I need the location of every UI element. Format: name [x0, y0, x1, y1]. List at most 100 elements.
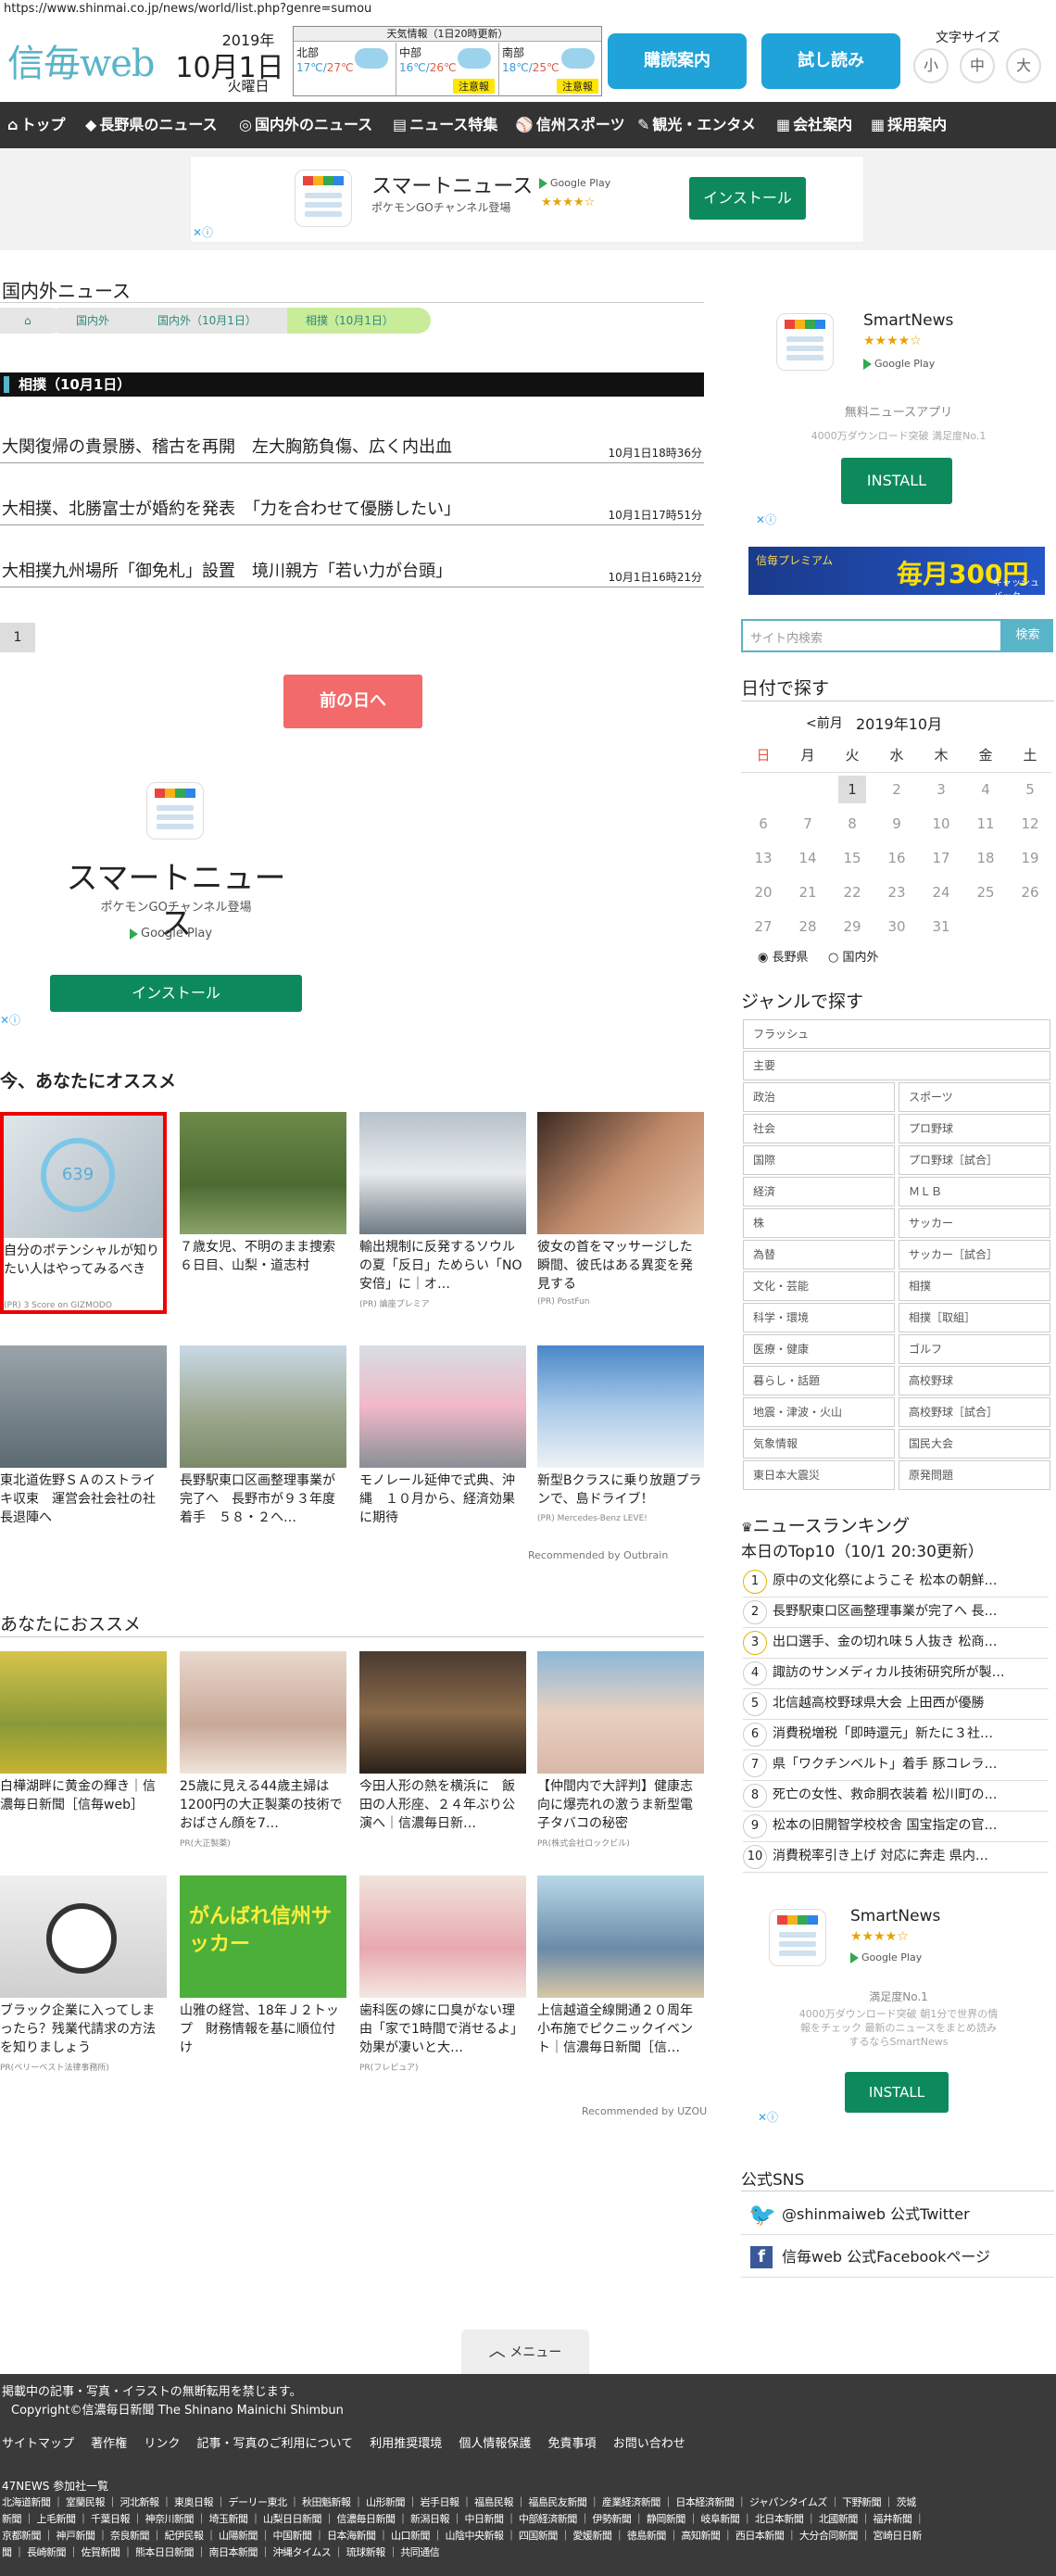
nav-item-world[interactable]: ◎ 国内外のニュース — [239, 102, 372, 148]
genre-item[interactable]: 相撲 — [899, 1271, 1050, 1301]
osusume-caption[interactable]: 歯科医の嫁に口臭がない理由「家で1時間で消せるよ」効果が凄いと大… — [359, 2001, 526, 2059]
genre-item[interactable]: サッカー［試合］ — [899, 1240, 1050, 1269]
recommend-caption[interactable]: 新型Bクラスに乗り放題プランで、島ドライブ！ — [537, 1471, 704, 1512]
network-line[interactable]: 北海道新聞 ｜ 室蘭民報 ｜ 河北新報 ｜ 東奥日報 ｜ デーリー東北 ｜ 秋田… — [2, 2494, 916, 2509]
osusume-caption[interactable]: 白樺湖畔に黄金の輝き｜信濃毎日新聞［信毎web］ — [0, 1777, 167, 1835]
weather-widget[interactable]: 天気情報（1日20時更新） 北部 17℃/27℃ 中部 16℃/26℃ 注意報 … — [293, 26, 602, 96]
osusume-card[interactable]: 【仲間内で大評判】健康志向に爆売れの激うま新型電子タバコの秘密 PR(株式会社ロ… — [537, 1651, 704, 1849]
ranking-item[interactable]: 10 消費税率引き上げ 対応に奔走 県内… — [743, 1843, 1049, 1873]
calendar-day-selected[interactable]: 1 — [830, 772, 874, 806]
recommend-caption[interactable]: 彼女の首をマッサージした瞬間、彼氏はある異変を発見する — [537, 1238, 704, 1295]
footer-link[interactable]: 著作権 — [91, 2437, 127, 2451]
osusume-image[interactable] — [0, 1651, 167, 1774]
ranking-item[interactable]: 9 松本の旧開智学校校舎 国宝指定の官… — [743, 1812, 1049, 1842]
ad-choices-icon[interactable]: ✕ⓘ — [756, 511, 776, 527]
footer-link[interactable]: 免責事項 — [548, 2437, 597, 2451]
recommend-image[interactable] — [537, 1112, 704, 1234]
nav-item-entertainment[interactable]: ✎ 観光・エンタメ — [637, 102, 756, 148]
news-title[interactable]: 大関復帰の貴景勝、稽古を再開 左大胸筋負傷、広く内出血 — [2, 434, 452, 458]
osusume-caption[interactable]: 上信越道全線開通２０周年 小布施でピクニックイベント｜信濃毎日新聞［信… — [537, 2001, 704, 2059]
recommend-image[interactable] — [537, 1345, 704, 1468]
osusume-image[interactable] — [180, 1651, 346, 1774]
nav-item-recruit[interactable]: ▦ 採用案内 — [871, 102, 947, 148]
genre-item[interactable]: プロ野球 — [899, 1114, 1050, 1143]
breadcrumb-item[interactable]: 国内外（10月1日） — [139, 308, 306, 334]
ranking-item[interactable]: 3 出口選手、金の切れ味５人抜き 松商… — [743, 1629, 1049, 1659]
breadcrumb-home[interactable]: ⌂ — [0, 308, 65, 334]
recommend-caption[interactable]: 自分のポテンシャルが知りたい人はやってみるべき — [4, 1242, 163, 1299]
genre-item[interactable]: 主要 — [743, 1051, 1050, 1080]
recommend-card[interactable]: モノレール延伸で式典、沖縄 １０月から、経済効果に期待 — [359, 1345, 526, 1529]
genre-item[interactable]: 文化・芸能 — [743, 1271, 895, 1301]
genre-item[interactable]: 高校野球 — [899, 1366, 1050, 1395]
recommend-image[interactable] — [0, 1345, 167, 1468]
site-logo[interactable]: 信毎web — [7, 33, 156, 87]
font-size-small-button[interactable]: 小 — [913, 48, 949, 83]
ranking-item[interactable]: 2 長野駅東口区画整理事業が完了へ 長… — [743, 1598, 1049, 1628]
osusume-image[interactable] — [0, 1875, 167, 1998]
ad-install-button[interactable]: INSTALL — [841, 458, 952, 504]
search-input[interactable]: サイト内検索 — [741, 619, 1002, 652]
ad-choices-icon[interactable]: ✕ⓘ — [193, 224, 213, 240]
nav-item-nagano[interactable]: ◆ 長野県のニュース — [85, 102, 218, 148]
genre-item[interactable]: 社会 — [743, 1114, 895, 1143]
osusume-image[interactable] — [537, 1651, 704, 1774]
ad-install-button[interactable]: インストール — [50, 975, 302, 1012]
genre-item[interactable]: 為替 — [743, 1240, 895, 1269]
trial-button[interactable]: 試し読み — [761, 33, 900, 89]
footer-link[interactable]: サイトマップ — [2, 2437, 74, 2451]
recommend-card[interactable]: 長野駅東口区画整理事業が完了へ 長野市が９３年度着手 ５８・２ヘ… — [180, 1345, 346, 1529]
news-title[interactable]: 大相撲九州場所「御免札」設置 境川親方「若い力が台頭」 — [2, 558, 452, 582]
ranking-item[interactable]: 6 消費税増税「即時還元」新たに３社… — [743, 1721, 1049, 1750]
ranking-item[interactable]: 4 諏訪のサンメディカル技術研究所が製… — [743, 1660, 1049, 1689]
genre-item[interactable]: 地震・津波・火山 — [743, 1397, 895, 1427]
twitter-link[interactable]: 🐦 @shinmaiweb 公式Twitter — [741, 2194, 1054, 2235]
recommend-image[interactable] — [359, 1345, 526, 1468]
recommend-caption[interactable]: モノレール延伸で式典、沖縄 １０月から、経済効果に期待 — [359, 1471, 526, 1529]
ranking-item[interactable]: 5 北信越高校野球県大会 上田西が優勝 — [743, 1690, 1049, 1720]
news-title[interactable]: 大相撲、北勝富士が婚約を発表 「力を合わせて優勝したい」 — [2, 496, 460, 520]
ranking-item[interactable]: 7 県「ワクチンベルト」着手 豚コレラ… — [743, 1751, 1049, 1781]
premium-banner[interactable]: 信毎プレミアム 毎月300円 キャッシュバック — [748, 547, 1045, 602]
network-line[interactable]: 京都新聞 ｜ 神戸新聞 ｜ 奈良新聞 ｜ 紀伊民報 ｜ 山陽新聞 ｜ 中国新聞 … — [2, 2528, 922, 2543]
osusume-caption[interactable]: 山雅の経営、18年Ｊ２トップ 財務情報を基に順位付け — [180, 2001, 346, 2059]
recommend-image[interactable]: 639 — [4, 1116, 163, 1238]
osusume-image[interactable]: がんばれ信州サッカー — [180, 1875, 346, 1998]
news-row[interactable]: 大相撲九州場所「御免札」設置 境川親方「若い力が台頭」 10月1日16時21分 — [0, 549, 704, 587]
ad-install-button[interactable]: インストール — [689, 177, 806, 220]
osusume-caption[interactable]: 今田人形の熱を横浜に 飯田の人形座、２４年ぶり公演へ｜信濃毎日新… — [359, 1777, 526, 1835]
recommend-card[interactable]: 彼女の首をマッサージした瞬間、彼氏はある異変を発見する (PR) PostFun — [537, 1112, 704, 1307]
mid-ad[interactable]: スマートニュース ポケモンGOチャンネル登場 Google Play インストー… — [0, 760, 352, 1029]
genre-item[interactable]: 気象情報 — [743, 1429, 895, 1458]
genre-item[interactable]: 国民大会 — [899, 1429, 1050, 1458]
facebook-link[interactable]: f 信毎web 公式Facebookページ — [741, 2237, 1054, 2278]
osusume-card[interactable]: 歯科医の嫁に口臭がない理由「家で1時間で消せるよ」効果が凄いと大… PR(フレピ… — [359, 1875, 526, 2073]
top-ad[interactable]: スマートニュース ポケモンGOチャンネル登場 Google Play ★★★★☆… — [190, 156, 864, 243]
outbrain-credit[interactable]: Recommended by Outbrain — [528, 1549, 668, 1561]
osusume-image[interactable] — [537, 1875, 704, 1998]
genre-item[interactable]: 経済 — [743, 1177, 895, 1206]
genre-item[interactable]: 医療・健康 — [743, 1334, 895, 1364]
osusume-image[interactable] — [359, 1651, 526, 1774]
genre-item[interactable]: スポーツ — [899, 1082, 1050, 1112]
osusume-card[interactable]: 上信越道全線開通２０周年 小布施でピクニックイベント｜信濃毎日新聞［信… — [537, 1875, 704, 2059]
font-size-large-button[interactable]: 大 — [1006, 48, 1041, 83]
uzou-credit[interactable]: Recommended by UZOU — [582, 2105, 707, 2117]
osusume-caption[interactable]: 【仲間内で大評判】健康志向に爆売れの激うま新型電子タバコの秘密 — [537, 1777, 704, 1835]
ad-choices-icon[interactable]: ✕ⓘ — [0, 1012, 20, 1028]
recommend-card[interactable]: 639 自分のポテンシャルが知りたい人はやってみるべき (PR) 3 Score… — [0, 1112, 167, 1314]
ad-install-button[interactable]: INSTALL — [845, 2072, 949, 2113]
recommend-card[interactable]: 輸出規制に反発するソウルの夏「反日」ためらい「NO安倍」に｜オ… (PR) 論座… — [359, 1112, 526, 1309]
osusume-caption[interactable]: 25歳に見える44歳主婦は1200円の大正製薬の技術でおばさん顔を7… — [180, 1777, 346, 1835]
osusume-card[interactable]: 白樺湖畔に黄金の輝き｜信濃毎日新聞［信毎web］ — [0, 1651, 167, 1835]
nav-item-sports[interactable]: ⚾ 信州スポーツ — [515, 102, 625, 148]
recommend-card[interactable]: 新型Bクラスに乗り放題プランで、島ドライブ！ (PR) Mercedes-Ben… — [537, 1345, 704, 1523]
footer-link[interactable]: 利用推奨環境 — [370, 2437, 442, 2451]
network-line[interactable]: 新聞 ｜ 上毛新聞 ｜ 千葉日報 ｜ 神奈川新聞 ｜ 埼玉新聞 ｜ 山梨日日新聞… — [2, 2511, 924, 2526]
osusume-card[interactable]: 今田人形の熱を横浜に 飯田の人形座、２４年ぶり公演へ｜信濃毎日新… — [359, 1651, 526, 1835]
news-row[interactable]: 大相撲、北勝富士が婚約を発表 「力を合わせて優勝したい」 10月1日17時51分 — [0, 486, 704, 525]
sidebar-ad2[interactable]: SmartNews ★★★★☆ Google Play 満足度No.1 4000… — [741, 1896, 1056, 2124]
recommend-image[interactable] — [359, 1112, 526, 1234]
genre-item[interactable]: 高校野球［試合］ — [899, 1397, 1050, 1427]
recommend-image[interactable] — [180, 1345, 346, 1468]
